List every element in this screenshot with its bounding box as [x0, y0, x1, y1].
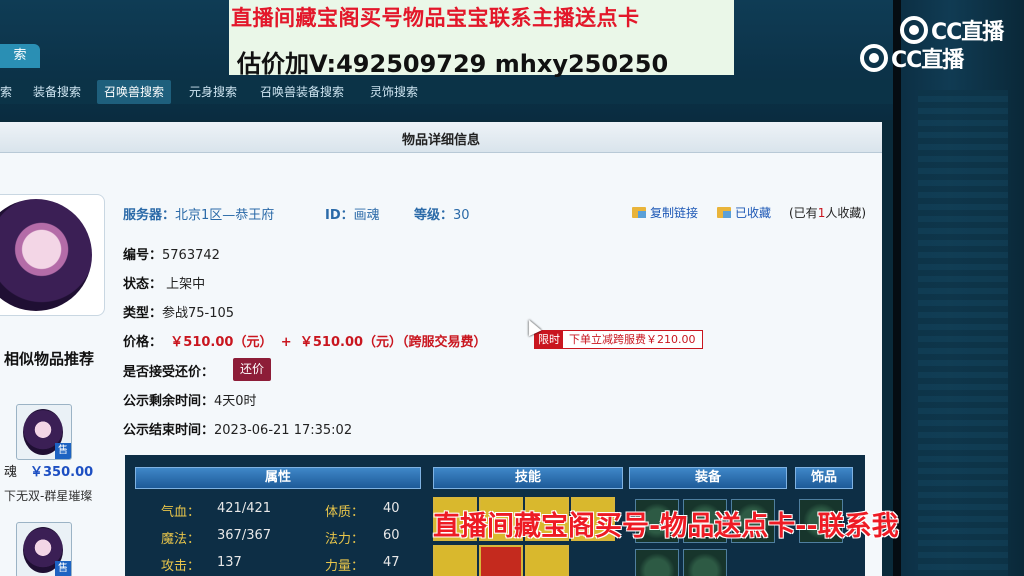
cc-logo-text: CC直播: [891, 48, 964, 73]
pet-level-info: 等级：30: [414, 208, 470, 223]
stat-mp-label: 魔法：: [161, 532, 201, 547]
stat-atk-value: 137: [217, 555, 242, 570]
detail-bargain: 是否接受还价：: [123, 365, 215, 380]
stat-mag-label: 法力：: [325, 532, 365, 547]
similar-item-name[interactable]: 魂: [4, 461, 17, 480]
folder-icon: [717, 207, 731, 218]
stat-atk-label: 攻击：: [161, 559, 201, 574]
limited-offer: 限时 下单立减跨服费￥210.00: [534, 330, 703, 349]
detail-price: 价格： ￥510.00（元） + ￥510.00（元）（跨服交易费）: [123, 335, 487, 350]
nav-item-pet-search[interactable]: 召唤兽搜索: [97, 80, 172, 104]
pet-portrait-card: [0, 194, 105, 316]
promo-line-2: 估价加V:492509729 mhxy250250: [237, 50, 669, 78]
counter-offer-button[interactable]: 还价: [233, 358, 271, 381]
server-info: 服务器：北京1区—恭王府: [123, 208, 275, 223]
panel-title: 物品详细信息: [401, 133, 480, 148]
tab-search[interactable]: 索: [0, 44, 40, 68]
copy-link-button[interactable]: 复制链接: [632, 204, 698, 221]
tab-accessory[interactable]: 饰品: [795, 467, 853, 489]
stat-mag-value: 60: [383, 528, 400, 543]
skill-slot[interactable]: [433, 545, 477, 576]
pet-avatar: [0, 199, 92, 311]
stat-con-label: 体质：: [325, 505, 365, 520]
stat-mp-value: 367/367: [217, 528, 272, 543]
promo-banner: 直播间藏宝阁买号物品宝宝联系主播送点卡 估价加V:492509729 mhxy2…: [229, 0, 734, 78]
stat-hp-value: 421/421: [217, 501, 272, 516]
stat-hp-label: 气血：: [161, 505, 201, 520]
nav-item-search[interactable]: 索: [0, 80, 12, 104]
limit-text: 下单立减跨服费￥210.00: [563, 331, 702, 348]
favorite-count: (已有 1 人收藏): [789, 205, 867, 221]
detail-type: 类型：参战75-105: [123, 306, 235, 321]
cc-logo-icon: [900, 16, 928, 44]
skill-slot[interactable]: [525, 545, 569, 576]
nav-item-yuanshen[interactable]: 元身搜索: [189, 80, 237, 104]
sale-badge: 售: [55, 443, 71, 459]
stat-str-value: 47: [383, 555, 400, 570]
favorite-button[interactable]: 已收藏: [717, 204, 771, 221]
nav-item-pet-equipment[interactable]: 召唤兽装备搜索: [260, 80, 344, 104]
side-decoration: [900, 0, 1024, 576]
tab-attributes[interactable]: 属性: [135, 467, 421, 489]
tab-equipment[interactable]: 装备: [629, 467, 787, 489]
overlay-contact-text: 直播间藏宝阁买号-物品送点卡--联系我: [433, 511, 899, 542]
panel-header: 物品详细信息: [0, 122, 882, 153]
nav-item-lingshi[interactable]: 灵饰搜索: [370, 80, 418, 104]
nav-item-equipment[interactable]: 装备搜索: [33, 80, 81, 104]
similar-item-thumb[interactable]: 售: [16, 522, 72, 576]
column-divider: [893, 0, 901, 576]
pet-id-info: ID：画魂: [325, 208, 380, 223]
detail-status: 状态： 上架中: [123, 277, 206, 292]
detail-id: 编号：5763742: [123, 248, 220, 263]
sub-navigation: 索 装备搜索 召唤兽搜索 元身搜索 召唤兽装备搜索 灵饰搜索: [0, 80, 893, 104]
equipment-slot[interactable]: [635, 549, 679, 576]
cc-logo-icon: [860, 44, 888, 72]
equipment-slot[interactable]: [683, 549, 727, 576]
similar-item-price: ￥350.00: [30, 465, 94, 480]
sale-badge: 售: [55, 561, 71, 576]
screen: 索 索 装备搜索 召唤兽搜索 元身搜索 召唤兽装备搜索 灵饰搜索 直播间藏宝阁买…: [0, 0, 1024, 576]
limit-tag: 限时: [535, 331, 563, 348]
similar-item-server: 下无双-群星璀璨: [4, 489, 93, 503]
detail-remaining-time: 公示剩余时间：4天0时: [123, 394, 257, 409]
stat-str-label: 力量：: [325, 559, 365, 574]
promo-line-1: 直播间藏宝阁买号物品宝宝联系主播送点卡: [231, 6, 640, 30]
skill-slot[interactable]: [479, 545, 523, 576]
cc-logo-secondary: CC直播: [860, 42, 964, 74]
tab-skills[interactable]: 技能: [433, 467, 623, 489]
similar-item-thumb[interactable]: 售: [16, 404, 72, 460]
similar-items-title: 相似物品推荐: [4, 350, 95, 368]
stat-con-value: 40: [383, 501, 400, 516]
folder-icon: [632, 207, 646, 218]
detail-end-time: 公示结束时间：2023-06-21 17:35:02: [123, 423, 353, 438]
